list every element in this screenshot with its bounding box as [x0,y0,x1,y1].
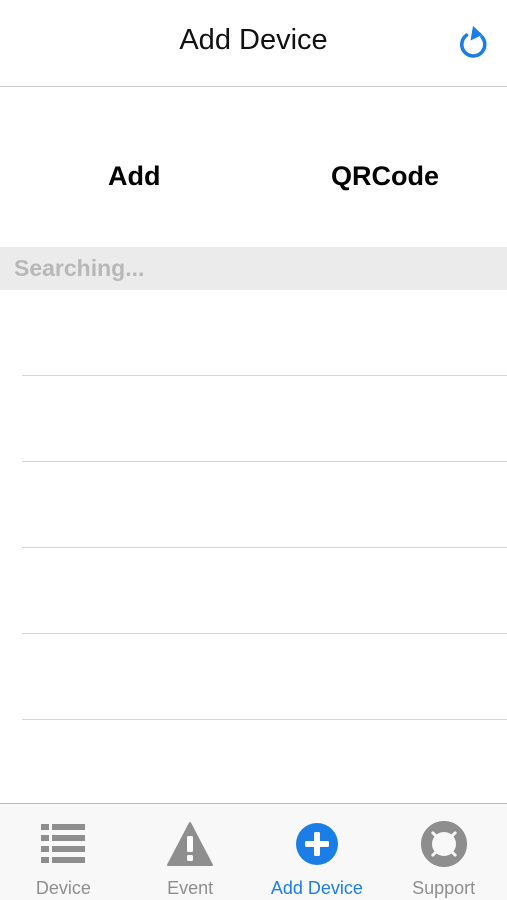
page-title: Add Device [179,24,328,56]
refresh-button[interactable] [455,20,491,64]
list-item[interactable] [0,376,507,462]
refresh-icon [459,26,487,58]
list-item[interactable] [0,290,507,376]
search-status-bar: Searching... [0,247,507,290]
add-device-screen: Add Device Add QRCode Searching... Devic… [0,0,507,900]
nav-bar: Add Device [0,0,507,87]
tab-support[interactable]: Support [380,804,507,900]
warning-icon [164,818,216,870]
device-list [0,290,507,720]
list-item[interactable] [0,634,507,720]
tab-bar: Device Event Add Device Support [0,803,507,900]
search-status-text: Searching... [14,255,145,281]
list-item[interactable] [0,548,507,634]
tab-label: Support [412,878,476,898]
qrcode-button[interactable]: QRCode [331,161,439,192]
list-icon [37,818,89,870]
tab-add-device[interactable]: Add Device [254,804,381,900]
list-item[interactable] [0,462,507,548]
add-method-row: Add QRCode [0,87,507,247]
tab-label: Device [35,878,91,898]
tab-device[interactable]: Device [0,804,127,900]
add-button[interactable]: Add [108,161,160,192]
tab-label: Add Device [270,878,363,898]
plus-circle-icon [291,818,343,870]
lifebuoy-icon [418,818,470,870]
tab-label: Event [167,878,214,898]
tab-event[interactable]: Event [127,804,254,900]
